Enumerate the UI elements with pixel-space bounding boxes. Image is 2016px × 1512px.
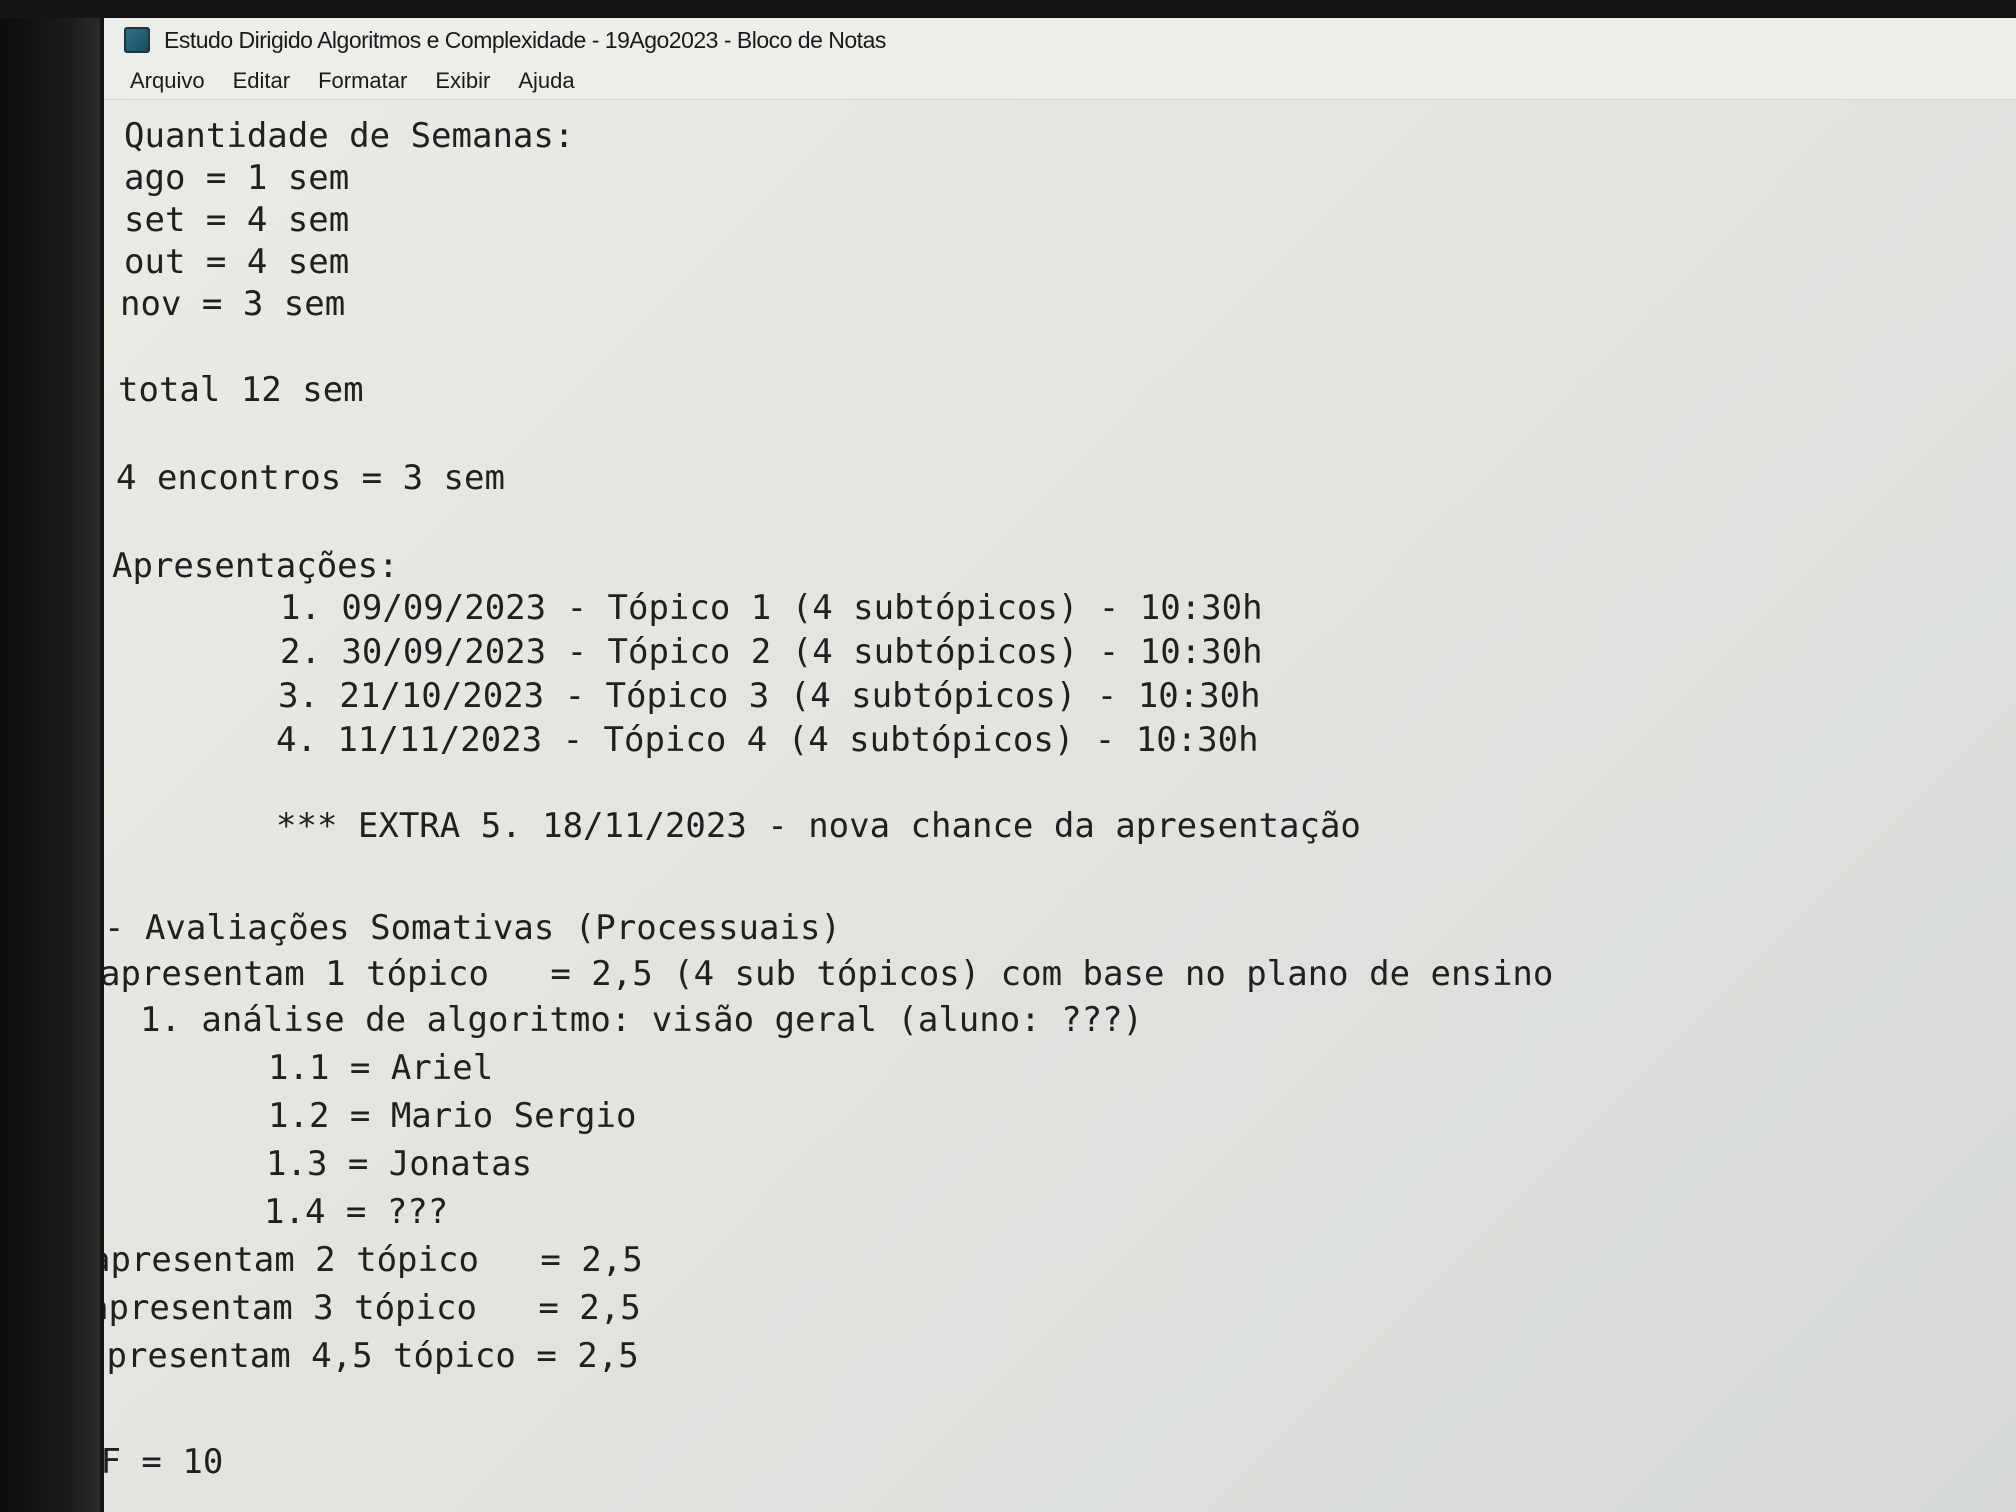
menu-formatar[interactable]: Formatar: [318, 68, 407, 94]
text-line: 2. 30/09/2023 - Tópico 2 (4 subtópicos) …: [280, 632, 1263, 672]
text-line: 1.2 = Mario Sergio: [268, 1096, 637, 1136]
monitor-bezel: [0, 0, 100, 1512]
text-line: apresentam 4,5 tópico = 2,5: [104, 1336, 639, 1376]
text-line: 1.4 = ???: [264, 1192, 449, 1232]
monitor-bezel-top: [0, 0, 2016, 18]
title-bar[interactable]: Estudo Dirigido Algoritmos e Complexidad…: [104, 18, 2016, 62]
text-line: total 12 sem: [118, 370, 364, 410]
menu-arquivo[interactable]: Arquivo: [130, 68, 205, 94]
text-line: apresentam 2 tópico = 2,5: [104, 1240, 643, 1280]
text-line: 1. análise de algoritmo: visão geral (al…: [140, 1000, 1144, 1040]
text-line: apresentam 1 tópico = 2,5 (4 sub tópicos…: [104, 954, 1554, 994]
text-line: 1.1 = Ariel: [268, 1048, 494, 1088]
text-line: out = 4 sem: [124, 242, 350, 282]
text-editor[interactable]: Quantidade de Semanas: ago = 1 sem set =…: [104, 102, 2016, 1512]
text-line: Apresentações:: [112, 546, 399, 586]
text-line: 1. 09/09/2023 - Tópico 1 (4 subtópicos) …: [280, 588, 1263, 628]
menu-editar[interactable]: Editar: [233, 68, 290, 94]
text-line: *** EXTRA 5. 18/11/2023 - nova chance da…: [276, 806, 1361, 846]
text-line: 4 encontros = 3 sem: [116, 458, 505, 498]
text-line: ago = 1 sem: [124, 158, 350, 198]
window-title: Estudo Dirigido Algoritmos e Complexidad…: [164, 26, 886, 53]
notepad-window: Estudo Dirigido Algoritmos e Complexidad…: [104, 18, 2016, 1512]
text-line: 4. 11/11/2023 - Tópico 4 (4 subtópicos) …: [276, 720, 1259, 760]
menu-ajuda[interactable]: Ajuda: [518, 68, 574, 94]
text-line: apresentam 3 tópico = 2,5: [104, 1288, 641, 1328]
text-line: - Avaliações Somativas (Processuais): [104, 908, 841, 948]
text-line: Quantidade de Semanas:: [124, 116, 575, 156]
text-line: 3. 21/10/2023 - Tópico 3 (4 subtópicos) …: [278, 676, 1261, 716]
text-line: NF = 10: [104, 1442, 224, 1482]
menu-bar: Arquivo Editar Formatar Exibir Ajuda: [104, 62, 2016, 100]
text-line: set = 4 sem: [124, 200, 350, 240]
menu-exibir[interactable]: Exibir: [435, 68, 490, 94]
text-line: nov = 3 sem: [120, 284, 346, 324]
notepad-icon: [124, 27, 150, 53]
text-line: 1.3 = Jonatas: [266, 1144, 533, 1184]
